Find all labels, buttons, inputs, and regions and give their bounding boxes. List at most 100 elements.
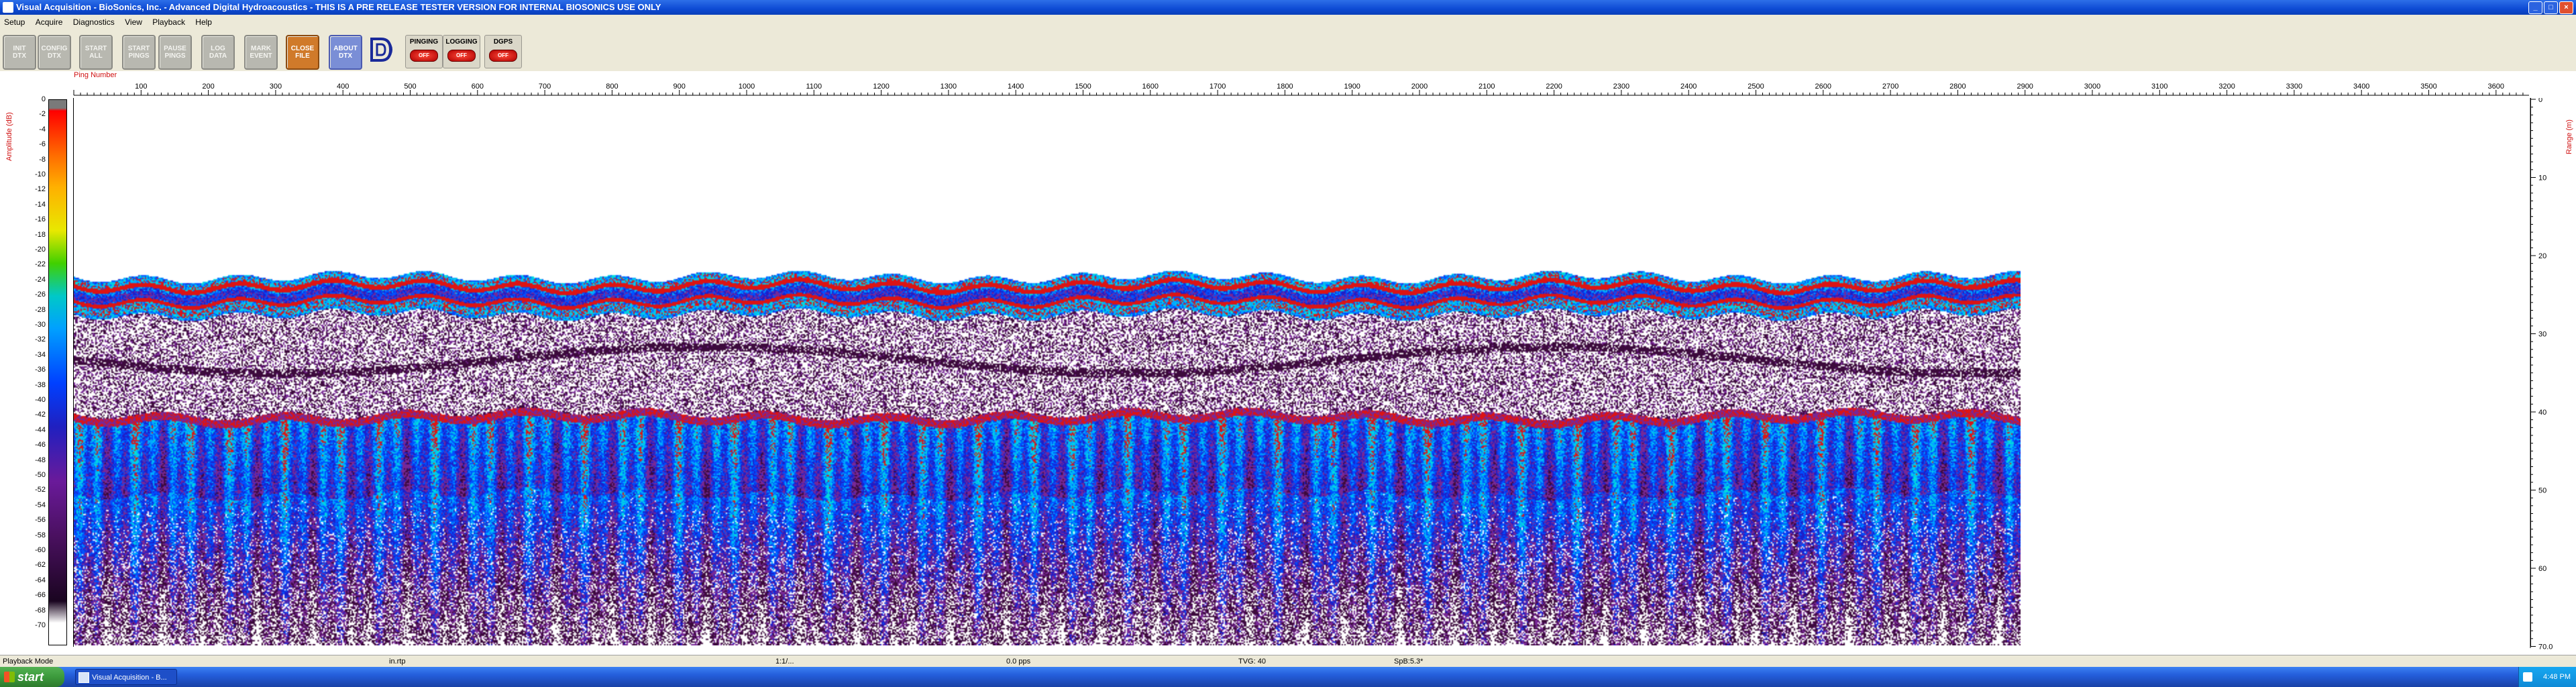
amplitude-tick-label: -16 xyxy=(35,215,46,224)
status-tvg: TVG: 40 xyxy=(1238,657,1266,666)
amplitude-tick-label: -34 xyxy=(35,350,46,359)
ping-tick-label: 1900 xyxy=(1344,83,1360,91)
amplitude-tick-label: -18 xyxy=(35,230,46,239)
ping-tick-label: 1200 xyxy=(873,83,889,91)
amplitude-tick-label: -44 xyxy=(35,425,46,434)
window-title: Visual Acquisition - BioSonics, Inc. - A… xyxy=(16,2,661,12)
start-all-button[interactable]: START ALL xyxy=(79,35,113,70)
start-pings-button[interactable]: START PINGS xyxy=(122,35,156,70)
menu-setup[interactable]: Setup xyxy=(0,16,29,27)
logging-state: OFF xyxy=(447,50,476,62)
biosonics-logo-icon xyxy=(370,38,392,62)
ping-tick-label: 3600 xyxy=(2488,83,2504,91)
mark-event-button[interactable]: MARK EVENT xyxy=(244,35,278,70)
status-mode: Playback Mode xyxy=(3,657,54,666)
minimize-icon[interactable]: _ xyxy=(2528,1,2542,14)
menu-view[interactable]: View xyxy=(121,16,146,27)
maximize-icon[interactable]: □ xyxy=(2544,1,2558,14)
window-titlebar: Visual Acquisition - BioSonics, Inc. - A… xyxy=(0,0,2576,15)
ping-tick-label: 900 xyxy=(674,83,686,91)
amplitude-tick-label: -4 xyxy=(39,125,46,134)
status-rate: 0.0 pps xyxy=(1006,657,1031,666)
logging-label: LOGGING xyxy=(445,38,478,46)
ping-tick-label: 100 xyxy=(135,83,147,91)
taskbar: start Visual Acquisition - B... 4:48 PM xyxy=(0,667,2576,687)
amplitude-tick-label: -26 xyxy=(35,290,46,299)
range-tick-label: 60 xyxy=(2538,565,2546,573)
window-controls: _ □ × xyxy=(2528,1,2573,14)
ping-tick-label: 2800 xyxy=(1949,83,1966,91)
status-spb: SpB:5.3* xyxy=(1394,657,1424,666)
ping-tick-label: 500 xyxy=(404,83,416,91)
amplitude-tick-label: -56 xyxy=(35,516,46,525)
dgps-label: DGPS xyxy=(493,38,513,46)
start-button[interactable]: start xyxy=(0,667,64,687)
menu-help[interactable]: Help xyxy=(191,16,216,27)
amplitude-tick-label: -64 xyxy=(35,576,46,584)
app-window-icon xyxy=(78,672,89,683)
status-bar: Playback Mode in.rtp 1:1/... 0.0 pps TVG… xyxy=(0,655,2576,668)
amplitude-tick-label: -62 xyxy=(35,561,46,570)
ping-tick-label: 700 xyxy=(539,83,551,91)
ping-tick-label: 400 xyxy=(337,83,349,91)
status-file: in.rtp xyxy=(389,657,406,666)
close-icon[interactable]: × xyxy=(2559,1,2573,14)
ping-tick-label: 3100 xyxy=(2151,83,2167,91)
ping-tick-label: 1100 xyxy=(806,83,822,91)
taskbar-item-label: Visual Acquisition - B... xyxy=(92,674,167,682)
amplitude-tick-label: -68 xyxy=(35,606,46,615)
ping-tick-label: 2300 xyxy=(1613,83,1629,91)
amplitude-tick-label: -14 xyxy=(35,200,46,209)
amplitude-tick-label: -70 xyxy=(35,621,46,629)
amplitude-tick-label: -36 xyxy=(35,366,46,374)
system-tray: 4:48 PM xyxy=(2518,667,2576,687)
about-dtx-button[interactable]: ABOUT DTX xyxy=(329,35,362,70)
ping-axis: 100 200 300 400 500 600 700 800 900 1000 1100 1200 1… xyxy=(73,83,2529,96)
ping-tick-label: 1600 xyxy=(1142,83,1159,91)
ping-tick-label: 2400 xyxy=(1680,83,1697,91)
amplitude-tick-label: -20 xyxy=(35,246,46,254)
amplitude-tick-label: 0 xyxy=(41,95,46,103)
ping-tick-label: 200 xyxy=(202,83,214,91)
ping-tick-label: 600 xyxy=(472,83,484,91)
amplitude-tick-label: -42 xyxy=(35,411,46,419)
menu-acquire[interactable]: Acquire xyxy=(32,16,67,27)
amplitude-tick-label: -54 xyxy=(35,500,46,509)
ping-tick-label: 1700 xyxy=(1210,83,1226,91)
dgps-state: OFF xyxy=(489,50,517,62)
amplitude-tick-label: -32 xyxy=(35,335,46,344)
pinging-state: OFF xyxy=(410,50,438,62)
ping-axis-label: Ping Number xyxy=(74,71,117,79)
menu-playback[interactable]: Playback xyxy=(148,16,189,27)
ping-tick-label: 800 xyxy=(606,83,618,91)
ping-tick-label: 3400 xyxy=(2353,83,2369,91)
pinging-indicator: PINGING OFF xyxy=(405,35,443,68)
amplitude-tick-label: -46 xyxy=(35,441,46,450)
ping-tick-label: 2700 xyxy=(1882,83,1898,91)
amplitude-colorbar xyxy=(48,99,67,645)
logging-indicator: LOGGING OFF xyxy=(443,35,480,68)
ping-tick-label: 3500 xyxy=(2420,83,2436,91)
ping-tick-label: 1400 xyxy=(1008,83,1024,91)
amplitude-tick-label: -22 xyxy=(35,260,46,269)
config-dtx-button[interactable]: CONFIG DTX xyxy=(38,35,71,70)
ping-tick-label: 2100 xyxy=(1479,83,1495,91)
ping-tick-label: 1000 xyxy=(739,83,755,91)
pause-pings-button[interactable]: PAUSE PINGS xyxy=(158,35,192,70)
ping-tick-label: 2900 xyxy=(2017,83,2033,91)
amplitude-tick-label: -52 xyxy=(35,486,46,494)
amplitude-tick-label: -66 xyxy=(35,591,46,600)
range-axis: 0 10 20 30 40 50 60 70.0 xyxy=(2530,98,2553,651)
amplitude-tick-label: -40 xyxy=(35,396,46,404)
log-data-button[interactable]: LOG DATA xyxy=(201,35,235,70)
menu-diagnostics[interactable]: Diagnostics xyxy=(69,16,119,27)
taskbar-item-visual-acquisition[interactable]: Visual Acquisition - B... xyxy=(75,669,177,685)
tray-app-icon[interactable] xyxy=(2523,672,2532,682)
range-tick-label: 30 xyxy=(2538,331,2546,339)
amplitude-tick-label: -28 xyxy=(35,305,46,314)
ping-tick-label: 1500 xyxy=(1075,83,1091,91)
amplitude-tick-label: -50 xyxy=(35,471,46,479)
close-file-button[interactable]: CLOSE FILE xyxy=(286,35,319,70)
ping-tick-label: 2600 xyxy=(1815,83,1831,91)
init-dtx-button[interactable]: INIT DTX xyxy=(3,35,36,70)
